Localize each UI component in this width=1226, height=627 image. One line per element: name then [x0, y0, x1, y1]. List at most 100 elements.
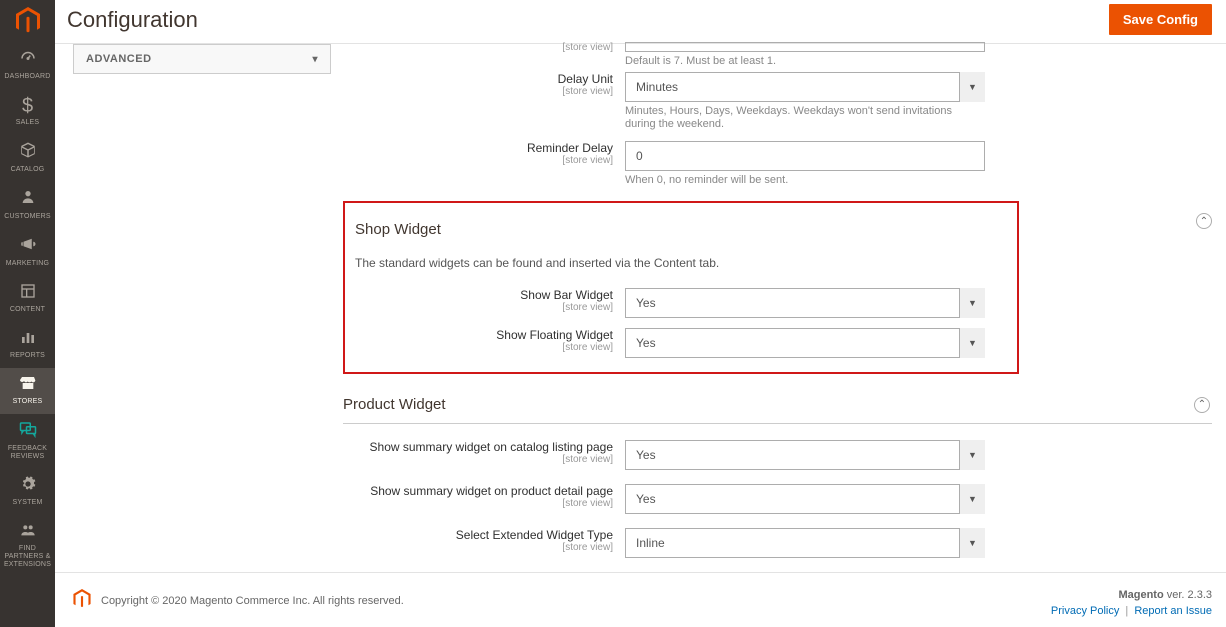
summary-detail-select[interactable]: Yes ▼ — [625, 484, 985, 514]
section-title: Shop Widget — [355, 221, 441, 238]
field-scope: [store view] — [355, 342, 613, 354]
field-scope: [store view] — [343, 86, 613, 98]
select-value: Yes — [625, 328, 985, 358]
sidebar-label: MARKETING — [6, 260, 49, 268]
config-nav: ADVANCED ▾ — [73, 44, 331, 572]
dashboard-icon — [19, 48, 37, 71]
sidebar-item-stores[interactable]: STORES — [0, 368, 55, 414]
sidebar-label: DASHBOARD — [4, 73, 50, 81]
field-label: Show summary widget on product detail pa… — [343, 484, 613, 498]
field-help: When 0, no reminder will be sent. — [625, 174, 985, 187]
sidebar-item-system[interactable]: SYSTEM — [0, 469, 55, 515]
person-icon — [20, 188, 36, 211]
magento-logo-icon — [16, 7, 40, 35]
field-row-reminder-delay: Reminder Delay [store view] When 0, no r… — [343, 141, 1212, 187]
chevron-down-icon: ▾ — [312, 54, 318, 65]
select-value: Yes — [625, 484, 985, 514]
field-row-show-bar: Show Bar Widget [store view] Yes ▼ — [355, 288, 1007, 318]
field-row-show-floating: Show Floating Widget [store view] Yes ▼ — [355, 328, 1007, 358]
show-bar-select[interactable]: Yes ▼ — [625, 288, 985, 318]
save-config-button[interactable]: Save Config — [1109, 4, 1212, 35]
footer-product: Magento — [1118, 589, 1163, 601]
show-floating-select[interactable]: Yes ▼ — [625, 328, 985, 358]
field-help: Minutes, Hours, Days, Weekdays. Weekdays… — [625, 105, 985, 131]
select-value: Yes — [625, 440, 985, 470]
sidebar-label: STORES — [13, 398, 43, 406]
sidebar-item-partners[interactable]: FIND PARTNERS & EXTENSIONS — [0, 515, 55, 577]
separator: | — [1125, 605, 1128, 617]
sidebar-label: SYSTEM — [13, 499, 43, 507]
sidebar-item-marketing[interactable]: MARKETING — [0, 229, 55, 276]
sidebar-item-catalog[interactable]: CATALOG — [0, 135, 55, 182]
field-scope: [store view] — [343, 542, 613, 554]
field-label: Delay Unit — [343, 72, 613, 86]
field-help: Default is 7. Must be at least 1. — [625, 55, 985, 68]
shop-widget-section: Shop Widget The standard widgets can be … — [343, 201, 1019, 374]
gear-icon — [20, 475, 36, 497]
sidebar-item-reports[interactable]: REPORTS — [0, 322, 55, 368]
field-row-delay-unit: Delay Unit [store view] Minutes ▼ Minute… — [343, 72, 1212, 131]
select-value: Inline — [625, 528, 985, 558]
field-scope: [store view] — [343, 454, 613, 466]
sidebar-item-sales[interactable]: $ SALES — [0, 89, 55, 135]
section-description: The standard widgets can be found and in… — [355, 256, 1007, 270]
chat-icon — [18, 420, 38, 443]
nav-section-advanced[interactable]: ADVANCED ▾ — [73, 44, 331, 74]
collapse-icon[interactable]: ⌃ — [1196, 213, 1212, 229]
delay-unit-select[interactable]: Minutes ▼ — [625, 72, 985, 102]
sidebar-label: FIND PARTNERS & EXTENSIONS — [2, 545, 53, 569]
field-scope: [store view] — [343, 42, 613, 54]
sidebar-label: FEEDBACK REVIEWS — [2, 445, 53, 461]
report-issue-link[interactable]: Report an Issue — [1134, 605, 1212, 617]
layout-icon — [20, 282, 36, 304]
sidebar-item-customers[interactable]: CUSTOMERS — [0, 182, 55, 229]
sidebar-label: CUSTOMERS — [4, 213, 50, 221]
field-row-summary-detail: Show summary widget on product detail pa… — [343, 484, 1212, 514]
footer-copyright: Copyright © 2020 Magento Commerce Inc. A… — [101, 595, 404, 607]
store-icon — [19, 374, 37, 396]
sidebar-label: SALES — [16, 119, 40, 127]
delay-default-input[interactable] — [625, 42, 985, 52]
magento-footer-logo-icon — [73, 589, 91, 612]
page-header: Configuration Save Config — [55, 0, 1226, 44]
field-label: Show Bar Widget — [355, 288, 613, 302]
field-label: Show summary widget on catalog listing p… — [343, 440, 613, 454]
sidebar-label: REPORTS — [10, 352, 45, 360]
box-icon — [19, 141, 37, 164]
sidebar-label: CONTENT — [10, 306, 45, 314]
sidebar-item-dashboard[interactable]: DASHBOARD — [0, 42, 55, 89]
select-value: Yes — [625, 288, 985, 318]
select-value: Minutes — [625, 72, 985, 102]
page-footer: Copyright © 2020 Magento Commerce Inc. A… — [55, 572, 1226, 627]
field-scope: [store view] — [343, 155, 613, 167]
product-widget-header[interactable]: Product Widget ⌃ — [343, 386, 1212, 424]
field-row-summary-listing: Show summary widget on catalog listing p… — [343, 440, 1212, 470]
field-label: Select Extended Widget Type — [343, 528, 613, 542]
dollar-icon: $ — [22, 95, 33, 117]
megaphone-icon — [18, 235, 38, 258]
field-scope: [store view] — [355, 302, 613, 314]
summary-listing-select[interactable]: Yes ▼ — [625, 440, 985, 470]
sidebar-label: CATALOG — [11, 166, 45, 174]
page-title: Configuration — [67, 7, 198, 33]
admin-sidebar: DASHBOARD $ SALES CATALOG CUSTOMERS MARK… — [0, 0, 55, 627]
field-label: Show Floating Widget — [355, 328, 613, 342]
magento-logo[interactable] — [0, 0, 55, 42]
field-label: Reminder Delay — [343, 141, 613, 155]
sidebar-item-content[interactable]: CONTENT — [0, 276, 55, 322]
field-scope: [store view] — [343, 498, 613, 510]
field-row-delay-default: [store view] Default is 7. Must be at le… — [343, 42, 1212, 68]
partners-icon — [19, 521, 37, 543]
extended-type-select[interactable]: Inline ▼ — [625, 528, 985, 558]
section-title: Product Widget — [343, 396, 446, 413]
reminder-delay-input[interactable] — [625, 141, 985, 171]
chart-icon — [20, 328, 36, 350]
collapse-icon[interactable]: ⌃ — [1194, 397, 1210, 413]
field-row-extended-type: Select Extended Widget Type [store view]… — [343, 528, 1212, 558]
nav-section-label: ADVANCED — [86, 53, 152, 65]
config-panel: [store view] Default is 7. Must be at le… — [343, 44, 1212, 572]
footer-version: ver. 2.3.3 — [1164, 589, 1212, 601]
shop-widget-header[interactable]: Shop Widget — [355, 219, 1007, 248]
privacy-policy-link[interactable]: Privacy Policy — [1051, 605, 1119, 617]
sidebar-item-feedback[interactable]: FEEDBACK REVIEWS — [0, 414, 55, 469]
